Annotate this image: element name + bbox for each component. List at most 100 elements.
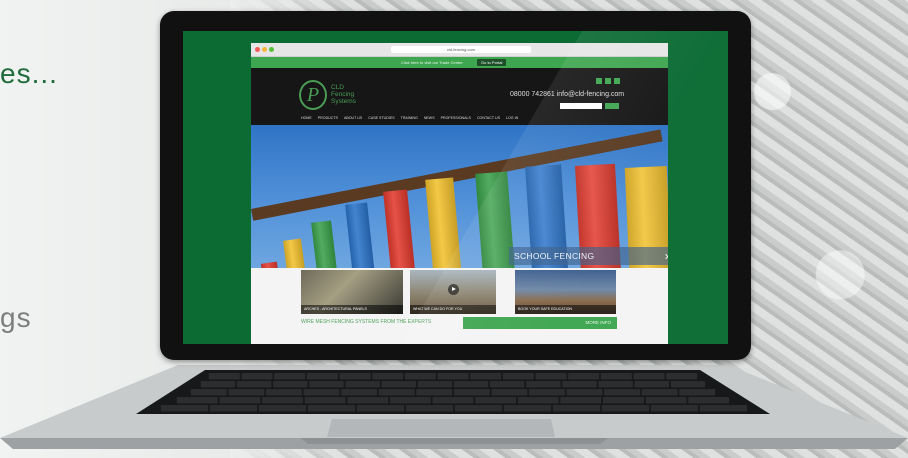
keyboard-key [209, 405, 258, 412]
contact-info: 08000 742861 info@cld-fencing.com [510, 91, 625, 98]
keyboard-key [262, 397, 303, 404]
keyboard-key [453, 389, 490, 396]
nav-professionals[interactable]: PROFESSIONALS [441, 116, 471, 120]
keyboard-key [633, 373, 665, 380]
keyboard-key [666, 373, 698, 380]
keyboard-key [604, 389, 641, 396]
keyboard-key [345, 381, 380, 388]
keyboard-key [416, 389, 453, 396]
keyboard-key [381, 381, 416, 388]
keyboard-key [241, 373, 273, 380]
site-header: P CLD Fencing Systems 08000 742861 info@… [251, 68, 668, 125]
keyboard-key [453, 381, 489, 388]
browser-chrome: cld-fencing.com [251, 43, 668, 57]
trade-bar-text: Click here to visit our Trade Centre [401, 60, 463, 65]
keyboard-key [219, 397, 261, 404]
feature-strip: ARCHES - ARCHITECTURAL PANELS WHAT WE CA… [251, 268, 668, 344]
keyboard-key [404, 373, 436, 380]
logo-line: Systems [331, 98, 356, 105]
keyboard-key [562, 381, 597, 388]
keyboard-key [236, 381, 272, 388]
minimize-dot-icon[interactable] [262, 47, 267, 52]
keyboard-key [160, 405, 209, 412]
keyboard-key [641, 389, 678, 396]
play-icon[interactable] [448, 284, 459, 295]
search-input[interactable] [560, 103, 602, 109]
keyboard-key [228, 389, 265, 396]
keyboard-key [356, 405, 405, 412]
tagline: WIRE MESH FENCING SYSTEMS FROM THE EXPER… [301, 319, 432, 325]
keyboard-key [489, 381, 525, 388]
search-button[interactable] [605, 103, 619, 109]
feature-thumb-video[interactable]: WHAT WE CAN DO FOR YOU [410, 270, 496, 314]
keyboard-key [341, 389, 378, 396]
keyboard-key [699, 405, 748, 412]
thumb-label: BOOK YOUR SAFE EDUCATION [515, 305, 616, 314]
keyboard-key [670, 381, 706, 388]
keyboard-key [528, 389, 565, 396]
keyboard-key [307, 405, 356, 412]
keyboard-key [273, 381, 308, 388]
nav-products[interactable]: PRODUCTS [318, 116, 338, 120]
keyboard-key [645, 397, 687, 404]
nav-case-studies[interactable]: CASE STUDIES [368, 116, 394, 120]
keyboard-key [309, 381, 344, 388]
hero-banner[interactable]: SCHOOL FENCING › [251, 125, 668, 268]
keyboard-key [600, 373, 632, 380]
trade-portal-button[interactable]: Go to Portal [477, 59, 507, 66]
logo-line: Fencing [331, 91, 355, 98]
social-icon[interactable] [596, 78, 602, 84]
keyboard-key [454, 405, 503, 412]
nav-news[interactable]: NEWS [424, 116, 435, 120]
nav-contact[interactable]: CONTACT US [477, 116, 500, 120]
main-nav: HOME PRODUCTS ABOUT US CASE STUDIES TRAI… [301, 116, 518, 120]
keyboard-key [208, 373, 240, 380]
cld-logo-icon[interactable]: P [299, 80, 327, 110]
keyboard-key [560, 397, 602, 404]
keyboard-key [303, 389, 340, 396]
social-icon[interactable] [614, 78, 620, 84]
nav-training[interactable]: TRAINING [401, 116, 418, 120]
nav-home[interactable]: HOME [301, 116, 312, 120]
keyboard-key [347, 397, 389, 404]
address-bar[interactable]: cld-fencing.com [391, 46, 531, 53]
keyboard-key [552, 405, 601, 412]
feature-thumb[interactable]: BOOK YOUR SAFE EDUCATION [515, 270, 616, 314]
keyboard-key [566, 389, 603, 396]
close-dot-icon[interactable] [255, 47, 260, 52]
maximize-dot-icon[interactable] [269, 47, 274, 52]
keyboard-key [389, 397, 431, 404]
keyboard-key [176, 397, 218, 404]
keyboard-key [603, 397, 644, 404]
keyboard-key [437, 373, 469, 380]
browser-window: cld-fencing.com Click here to visit our … [251, 43, 668, 344]
keyboard-key [339, 373, 371, 380]
keyboard-key [634, 381, 669, 388]
keyboard-key [503, 405, 552, 412]
social-icon[interactable] [605, 78, 611, 84]
logo-line: CLD [331, 84, 345, 91]
keyboard-key [475, 397, 517, 404]
nav-login[interactable]: LOG IN [506, 116, 518, 120]
trackpad [327, 419, 555, 437]
trade-bar: Click here to visit our Trade Centre Go … [251, 57, 668, 68]
logo-text[interactable]: CLD Fencing Systems [331, 84, 356, 105]
keyboard-key [200, 381, 236, 388]
keyboard-key [417, 381, 453, 388]
keyboard-key [190, 389, 227, 396]
laptop-screen: cld-fencing.com Click here to visit our … [183, 31, 728, 344]
chevron-right-icon[interactable]: › [665, 247, 668, 265]
keyboard-key [432, 397, 474, 404]
more-info-button[interactable]: MORE INFO [463, 317, 617, 329]
hero-caption[interactable]: SCHOOL FENCING › [509, 247, 668, 265]
keyboard-key [491, 389, 528, 396]
keyboard-key [405, 405, 454, 412]
nav-about[interactable]: ABOUT US [344, 116, 362, 120]
keyboard-key [372, 373, 404, 380]
feature-thumb[interactable]: ARCHES - ARCHITECTURAL PANELS [301, 270, 403, 314]
keyboard-key [265, 389, 302, 396]
keyboard-key [679, 389, 716, 396]
hero-caption-text: SCHOOL FENCING [514, 251, 595, 261]
keyboard-key [470, 373, 502, 380]
keyboard-key [304, 397, 346, 404]
